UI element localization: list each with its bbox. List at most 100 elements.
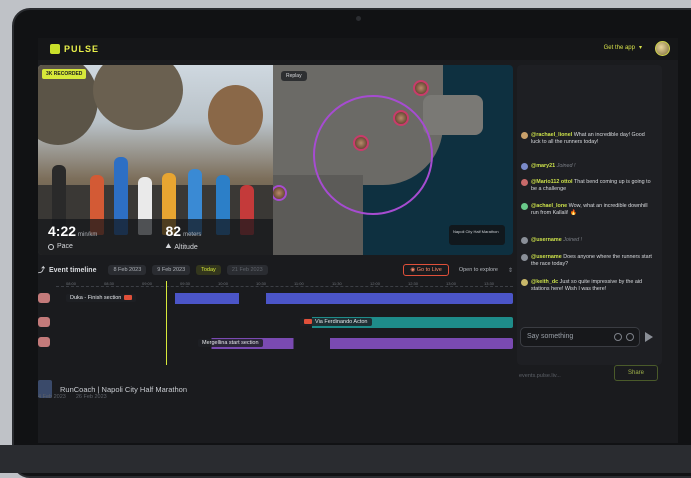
track-label-text: Via Ferdinando Acton xyxy=(315,319,368,325)
runner-pin[interactable] xyxy=(353,135,369,151)
replay-button[interactable]: Replay xyxy=(281,71,307,81)
timeline-cursor[interactable] xyxy=(166,281,167,365)
tree-right xyxy=(208,85,263,145)
event-map-card: Napoli City Half Marathon xyxy=(449,225,505,245)
event-title: RunCoach | Napoli City Half Marathon xyxy=(60,384,188,394)
timeline-tick: 08:30 xyxy=(104,281,115,286)
track-label-text: Duka - Finish section xyxy=(70,295,122,301)
event-date-start: 4 Feb 2023 xyxy=(38,394,66,400)
emoji-icon[interactable] xyxy=(626,333,634,341)
chat-message: @achael_lone Wow, what an incredible dow… xyxy=(521,203,655,217)
share-label: Share xyxy=(627,370,644,376)
chat-message: @keith_dc Just so quite impressive by th… xyxy=(521,279,655,293)
live-indicator xyxy=(124,295,133,301)
pace-value: 4:22 xyxy=(48,223,77,239)
chat-avatar xyxy=(521,132,528,139)
timeline-tick: 12:00 xyxy=(370,281,381,286)
chat-username[interactable]: @rachael_lionel xyxy=(531,132,572,138)
altitude-label: Altitude xyxy=(174,243,198,251)
expand-icon[interactable]: ⇕ xyxy=(508,267,513,274)
live-video[interactable]: 3K RECORDED 4:22 min/km Pace 82 meters ⛰ Al… xyxy=(38,65,273,255)
timeline-header: ⤴ Event timeline 8 Feb 2023 9 Feb 2023 T… xyxy=(38,262,513,278)
timeline-tick: 12:30 xyxy=(408,281,419,286)
timeline-tick: 10:00 xyxy=(218,281,229,286)
app-logo[interactable]: PULSE xyxy=(50,44,99,54)
replay-label: Replay xyxy=(286,73,302,79)
chat-avatar xyxy=(521,203,528,210)
chat-username[interactable]: @username xyxy=(531,254,562,260)
timeline-tick: 10:30 xyxy=(256,281,267,286)
runner-pin[interactable] xyxy=(413,80,429,96)
timeline-tick: 09:00 xyxy=(142,281,153,286)
chat-avatar xyxy=(521,237,528,244)
timeline-title: ⤴ Event timeline xyxy=(38,265,96,275)
timeline-tick: 09:30 xyxy=(180,281,191,286)
user-avatar[interactable] xyxy=(655,41,670,56)
track-label[interactable]: Via Ferdinando Acton xyxy=(300,318,372,326)
date-chip[interactable]: 21 Feb 2023 xyxy=(226,265,268,275)
live-indicator xyxy=(304,319,312,325)
altitude-unit: meters xyxy=(183,232,202,238)
altitude-value: 82 xyxy=(165,223,182,239)
chevron-down-icon: ▾ xyxy=(638,45,642,51)
app-name: PULSE xyxy=(64,44,100,54)
track-label[interactable]: Mergellina start section xyxy=(198,339,263,347)
timeline-tick: 13:30 xyxy=(484,281,495,286)
runner-pin[interactable] xyxy=(393,110,409,126)
go-to-live-button[interactable]: ◉ Go to Live xyxy=(403,264,449,276)
chat-message: @Mario112 ottoI That bend coming up is g… xyxy=(521,179,655,193)
laptop-base xyxy=(0,445,691,473)
top-bar: PULSE Get the app ▾ xyxy=(38,38,678,60)
stats-overlay: 4:22 min/km Pace 82 meters ⛰ Altitude xyxy=(38,219,273,255)
chat-username[interactable]: @username xyxy=(531,237,562,243)
get-app-label: Get the app xyxy=(603,44,635,51)
chat-username[interactable]: @Mario112 ottoI xyxy=(531,179,573,185)
chat-username[interactable]: @mary21 xyxy=(531,163,555,169)
explore-toggle[interactable]: Open to explore xyxy=(455,265,502,275)
chat-message: @mary21 Joined ! xyxy=(521,163,655,170)
date-chip[interactable]: 9 Feb 2023 xyxy=(152,265,191,275)
altitude-stat: 82 meters ⛰ Altitude xyxy=(156,219,274,255)
timeline-tick: 08:00 xyxy=(66,281,77,286)
chat-input[interactable]: Say something xyxy=(520,327,640,347)
lightning-icon[interactable] xyxy=(614,333,622,341)
race-map[interactable]: Replay Napoli City Half Marathon xyxy=(273,65,513,255)
timeline-title-text: Event timeline xyxy=(49,266,97,274)
chat-input-placeholder: Say something xyxy=(527,333,574,340)
chat-avatar xyxy=(521,179,528,186)
timeline-track-teal[interactable] xyxy=(56,317,513,328)
chat-avatar xyxy=(521,279,528,286)
timeline-tick: 11:00 xyxy=(294,281,304,286)
chat-message: @username Does anyone where the runners … xyxy=(521,254,655,268)
share-link-input[interactable]: events.pulse.liv... xyxy=(517,369,597,383)
chat-username[interactable]: @achael_lone xyxy=(531,203,567,209)
race-route xyxy=(313,95,433,215)
date-chip-today[interactable]: Today xyxy=(196,265,221,275)
chat-message: @rachael_lionel What an incredible day! … xyxy=(521,132,655,146)
track-avatar xyxy=(38,337,50,347)
chat-panel: @rachael_lionel What an incredible day! … xyxy=(517,65,662,365)
send-icon[interactable] xyxy=(645,332,653,342)
track-avatar xyxy=(38,293,50,303)
share-button[interactable]: Share xyxy=(614,365,658,381)
map-card-text: Napoli City Half Marathon xyxy=(453,229,499,234)
pace-stat: 4:22 min/km Pace xyxy=(38,219,156,255)
chat-input-icons xyxy=(614,333,634,341)
recorded-badge: 3K RECORDED xyxy=(42,69,87,79)
timeline-track-purple[interactable] xyxy=(56,338,513,349)
date-chip[interactable]: 8 Feb 2023 xyxy=(108,265,147,275)
get-app-button[interactable]: Get the app ▾ xyxy=(603,44,642,52)
timeline-ruler: 08:00 08:30 09:00 09:30 10:00 10:30 11:0… xyxy=(56,281,513,287)
track-label-text: Mergellina start section xyxy=(202,340,259,346)
webcam xyxy=(356,16,361,21)
timeline-icon: ⤴ xyxy=(38,267,45,274)
chat-username[interactable]: @keith_dc xyxy=(531,279,558,285)
track-label[interactable]: Duka - Finish section xyxy=(66,294,137,302)
explore-label: Open to explore xyxy=(458,267,498,273)
timeline-body: 08:00 08:30 09:00 09:30 10:00 10:30 11:0… xyxy=(38,281,513,365)
go-to-live-label: Go to Live xyxy=(416,267,442,273)
track-avatar xyxy=(38,317,50,327)
event-dates: 4 Feb 2023 26 Feb 2023 xyxy=(38,394,107,400)
map-pier xyxy=(423,95,483,135)
chat-meta: Joined ! xyxy=(563,237,583,243)
